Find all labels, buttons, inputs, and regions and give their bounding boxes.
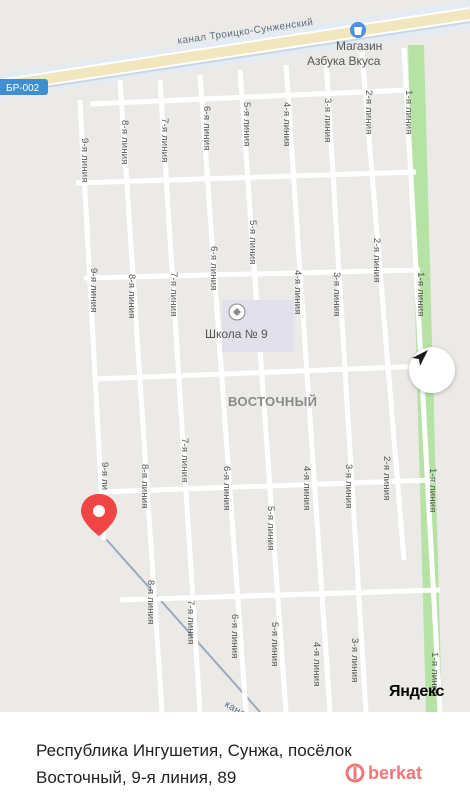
district-label: ВОСТОЧНЫЙ — [228, 394, 317, 409]
watermark: berkat — [344, 762, 422, 784]
street-label: 8-я линия — [139, 464, 150, 509]
street-label: 4-я линия — [311, 642, 322, 687]
street-label: 5-я линия — [269, 622, 280, 667]
street-label: 2-я линия — [371, 238, 382, 283]
highway-badge: БР-002 — [0, 79, 48, 95]
street-label: 5-я линия — [247, 220, 258, 265]
street-label: 1-я линия — [415, 272, 426, 317]
poi-shop-name: Магазин — [336, 39, 382, 53]
street-label: 4-я линия — [301, 466, 312, 511]
street-label: 6-я линия — [208, 246, 219, 291]
street-label: 6-я линия — [229, 614, 240, 659]
svg-text:БР-002: БР-002 — [6, 83, 40, 94]
shop-bag-icon — [354, 27, 362, 35]
street-label: 8-я линия — [126, 274, 137, 319]
street-label: 8-я линия — [145, 580, 156, 625]
street-label: 7-я линия — [168, 272, 179, 317]
street-label: 4-я линия — [281, 102, 292, 147]
street-label: 6-я линия — [201, 106, 212, 151]
street-label: 4-я линия — [292, 270, 303, 315]
street-label: 7-я линия — [159, 118, 170, 163]
navigation-arrow-icon — [412, 350, 428, 366]
street-label: 8-я линия — [119, 120, 130, 165]
poi-school-name: Школа № 9 — [205, 327, 268, 341]
street-label: 2-я линия — [381, 456, 392, 501]
street-label: 5-я линия — [265, 506, 276, 551]
street-label: 6-я линия — [221, 466, 232, 511]
street-label: 9-я линия — [79, 138, 90, 183]
street-label: 7-я линия — [179, 438, 190, 483]
street-label: 3-я линия — [331, 272, 342, 317]
street-label: 9-я линия — [88, 268, 99, 313]
street-label: 1-я линия — [427, 468, 438, 513]
street-label: 3-я линия — [322, 98, 333, 143]
watermark-text: berkat — [368, 762, 423, 783]
street-label: 2-я линия — [363, 90, 374, 135]
street-label: 3-я линия — [349, 638, 360, 683]
poi-shop-subtitle: Азбука Вкуса — [307, 54, 381, 68]
street-label: 3-я линия — [343, 464, 354, 509]
map-view[interactable]: БР-002 канал Троицко-Сунженский канал Ма… — [0, 0, 470, 712]
street-label: 9-я ли — [99, 462, 110, 490]
berkat-logo-icon — [345, 763, 365, 783]
location-pin-icon[interactable] — [81, 494, 117, 536]
address-line-1: Республика Ингушетия, Сунжа, посёлок — [36, 741, 352, 760]
map-canvas[interactable]: БР-002 канал Троицко-Сунженский канал Ма… — [0, 0, 470, 712]
canal-road — [0, 9, 470, 91]
yandex-logo: Яндекс — [389, 683, 445, 700]
street-label: 1-я линия — [403, 90, 414, 135]
canal-label-bottom: канал — [223, 699, 254, 712]
street-label: 5-я линия — [241, 102, 252, 147]
compass-button[interactable] — [409, 347, 455, 393]
street-label: 7-я линия — [185, 600, 196, 645]
